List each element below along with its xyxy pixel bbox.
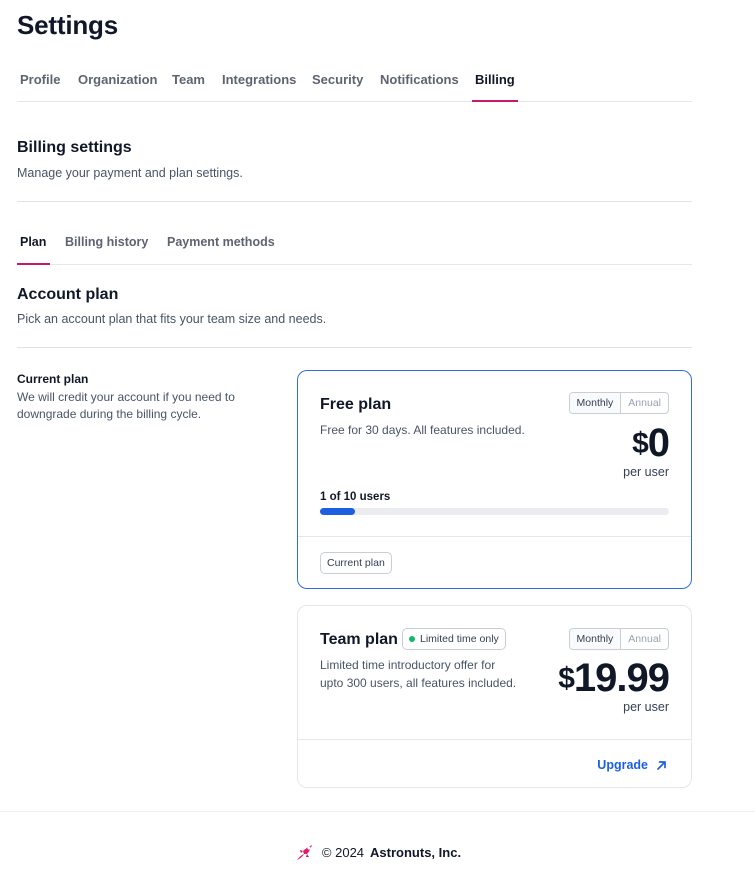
footer-divider xyxy=(0,811,755,812)
users-progress-bar xyxy=(320,508,669,515)
billing-sub-tabs: Plan Billing history Payment methods xyxy=(17,226,692,265)
upgrade-button[interactable]: Upgrade xyxy=(597,758,667,772)
settings-tabs: Profile Organization Team Integrations S… xyxy=(17,62,692,102)
tab-integrations[interactable]: Integrations xyxy=(219,72,299,102)
company-name: Astronuts, Inc. xyxy=(370,844,462,860)
toggle-monthly[interactable]: Monthly xyxy=(569,629,622,649)
price-currency: $ xyxy=(558,662,575,695)
upgrade-label: Upgrade xyxy=(597,758,648,772)
team-plan-card[interactable]: Team plan Limited time only Monthly Annu… xyxy=(297,605,692,788)
billing-period-toggle: Monthly Annual xyxy=(568,628,669,650)
arrow-up-right-icon xyxy=(657,760,666,770)
billing-settings-subtitle: Manage your payment and plan settings. xyxy=(17,166,243,180)
copyright: © 2024 xyxy=(321,844,365,860)
tab-notifications[interactable]: Notifications xyxy=(377,72,462,102)
tab-organization[interactable]: Organization xyxy=(75,72,160,102)
plan-description: Free for 30 days. All features included. xyxy=(320,423,525,437)
price-unit: per user xyxy=(623,700,669,714)
toggle-annual[interactable]: Annual xyxy=(621,629,668,649)
users-progress-fill xyxy=(320,508,355,515)
divider xyxy=(17,201,692,202)
toggle-annual[interactable]: Annual xyxy=(621,393,668,413)
tab-profile[interactable]: Profile xyxy=(17,72,63,102)
users-count-label: 1 of 10 users xyxy=(320,491,391,503)
current-plan-description: We will credit your account if you need … xyxy=(17,390,235,421)
billing-settings-title: Billing settings xyxy=(17,139,132,156)
plan-description: Limited time introductory offer for upto… xyxy=(320,658,517,690)
account-plan-title: Account plan xyxy=(17,286,119,303)
price-amount: 19.99 xyxy=(573,656,670,700)
badge-label: Limited time only xyxy=(420,633,499,645)
current-plan-label: Current plan xyxy=(17,372,89,386)
tab-payment-methods[interactable]: Payment methods xyxy=(164,235,278,265)
plan-name: Free plan xyxy=(320,396,392,413)
current-plan-chip: Current plan xyxy=(320,552,392,574)
tab-billing-history[interactable]: Billing history xyxy=(62,235,151,265)
plan-price: $19.99 xyxy=(558,656,670,701)
tab-plan[interactable]: Plan xyxy=(17,235,50,265)
toggle-monthly[interactable]: Monthly xyxy=(569,393,622,413)
astronuts-logo-icon xyxy=(296,845,312,860)
page-title: Settings xyxy=(17,10,118,40)
free-plan-card[interactable]: Free plan Monthly Annual Free for 30 day… xyxy=(297,370,692,589)
tab-billing[interactable]: Billing xyxy=(472,72,518,102)
card-divider xyxy=(298,739,691,740)
billing-period-toggle: Monthly Annual xyxy=(568,392,669,414)
divider xyxy=(17,347,692,348)
footer: © 2024 Astronuts, Inc. xyxy=(0,838,755,866)
price-amount: 0 xyxy=(647,421,670,465)
status-dot-icon xyxy=(409,636,415,642)
account-plan-subtitle: Pick an account plan that fits your team… xyxy=(17,312,327,326)
card-divider xyxy=(298,536,691,537)
limited-time-badge: Limited time only xyxy=(402,628,506,650)
plan-name: Team plan xyxy=(320,631,398,648)
plan-price: $0 xyxy=(632,421,670,466)
tab-security[interactable]: Security xyxy=(309,72,366,102)
price-currency: $ xyxy=(632,427,649,460)
tab-team[interactable]: Team xyxy=(169,72,208,102)
price-unit: per user xyxy=(623,465,669,479)
